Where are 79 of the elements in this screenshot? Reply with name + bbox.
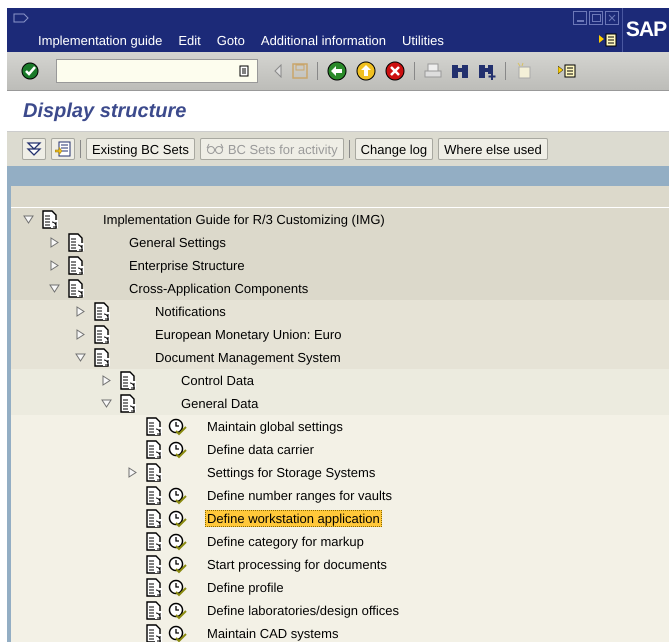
document-icon[interactable]: [94, 325, 111, 344]
clock-check-icon[interactable]: [168, 556, 187, 574]
find-icon[interactable]: [451, 62, 469, 80]
toolbar-button[interactable]: Existing BC Sets: [86, 138, 195, 160]
expand-triangle-icon[interactable]: [75, 329, 86, 340]
tree-node-label[interactable]: Settings for Storage Systems: [205, 464, 378, 481]
clock-check-icon[interactable]: [168, 418, 187, 436]
tree-node-label[interactable]: Define profile: [205, 579, 286, 596]
tree-node-label[interactable]: General Settings: [127, 234, 228, 251]
document-icon[interactable]: [146, 463, 163, 482]
tree-node-label[interactable]: Enterprise Structure: [127, 257, 247, 274]
expand-all-button[interactable]: [22, 138, 46, 160]
system-menu-icon[interactable]: [13, 13, 29, 25]
clock-check-icon[interactable]: [168, 624, 187, 642]
document-icon[interactable]: [146, 509, 163, 528]
expand-triangle-icon[interactable]: [49, 260, 60, 271]
clock-check-icon[interactable]: [168, 440, 187, 458]
expand-triangle-icon[interactable]: [127, 467, 138, 478]
document-icon[interactable]: [146, 532, 163, 551]
clock-check-icon[interactable]: [168, 510, 187, 528]
document-icon[interactable]: [68, 233, 85, 252]
menu-item[interactable]: Utilities: [402, 32, 444, 48]
maximize-icon[interactable]: [589, 11, 603, 25]
document-icon[interactable]: [68, 256, 85, 275]
tree-node-label[interactable]: Define data carrier: [205, 441, 316, 458]
document-icon[interactable]: [146, 440, 163, 459]
expand-all-icon: [26, 141, 42, 157]
document-icon[interactable]: [146, 417, 163, 436]
document-icon[interactable]: [94, 348, 111, 367]
document-icon[interactable]: [146, 555, 163, 574]
documentation-button[interactable]: [51, 138, 75, 160]
clock-check-icon[interactable]: [168, 532, 187, 550]
close-icon[interactable]: [605, 11, 619, 25]
expand-triangle-icon[interactable]: [75, 306, 86, 317]
collapse-triangle-icon[interactable]: [101, 398, 112, 409]
menu-item[interactable]: Additional information: [260, 32, 386, 48]
screen-title: Display structure: [23, 100, 186, 122]
back-triangle-icon[interactable]: [273, 64, 283, 78]
tree-node-label[interactable]: Define category for markup: [205, 533, 366, 550]
document-icon[interactable]: [146, 578, 163, 597]
tree-node-label[interactable]: General Data: [179, 395, 260, 412]
glasses-icon: [206, 143, 224, 155]
layout-menu-icon[interactable]: [558, 64, 576, 78]
clock-check-icon[interactable]: [168, 602, 187, 620]
menu-item[interactable]: Goto: [216, 32, 245, 48]
exit-icon[interactable]: [356, 61, 376, 81]
collapse-triangle-icon[interactable]: [49, 283, 60, 294]
document-icon[interactable]: [42, 210, 59, 229]
command-field[interactable]: [56, 59, 258, 83]
collapse-triangle-icon[interactable]: [75, 352, 86, 363]
document-icon[interactable]: [146, 601, 163, 620]
tree-node-label[interactable]: Maintain global settings: [205, 418, 345, 435]
back-icon[interactable]: [327, 61, 347, 81]
find-next-icon[interactable]: [478, 62, 496, 80]
document-icon[interactable]: [68, 279, 85, 298]
history-icon[interactable]: [239, 65, 249, 77]
clock-check-icon[interactable]: [168, 578, 187, 596]
layout-menu-icon[interactable]: [599, 33, 617, 47]
enter-icon[interactable]: [21, 62, 39, 80]
tree-node-label[interactable]: Define workstation application: [205, 510, 382, 527]
tree-node-label[interactable]: Maintain CAD systems: [205, 625, 340, 642]
document-icon[interactable]: [94, 302, 111, 321]
expand-triangle-icon[interactable]: [101, 375, 112, 386]
collapse-triangle-icon[interactable]: [23, 214, 34, 225]
menu-item[interactable]: Edit: [178, 32, 201, 48]
document-icon[interactable]: [146, 624, 163, 642]
toolbar-button[interactable]: Change log: [354, 138, 434, 160]
clock-check-icon[interactable]: [168, 486, 187, 504]
menu-item[interactable]: Implementation guide: [38, 32, 162, 48]
expand-triangle-icon[interactable]: [49, 237, 60, 248]
document-icon[interactable]: [120, 371, 137, 390]
toolbar-button[interactable]: Where else used: [438, 138, 548, 160]
tree-node-label[interactable]: Notifications: [153, 303, 228, 320]
document-icon[interactable]: [146, 486, 163, 505]
tree-node-label[interactable]: Control Data: [179, 372, 256, 389]
document-icon[interactable]: [120, 394, 137, 413]
document-arrow-icon: [55, 141, 71, 157]
minimize-icon[interactable]: [573, 11, 587, 25]
cancel-icon[interactable]: [385, 61, 405, 81]
